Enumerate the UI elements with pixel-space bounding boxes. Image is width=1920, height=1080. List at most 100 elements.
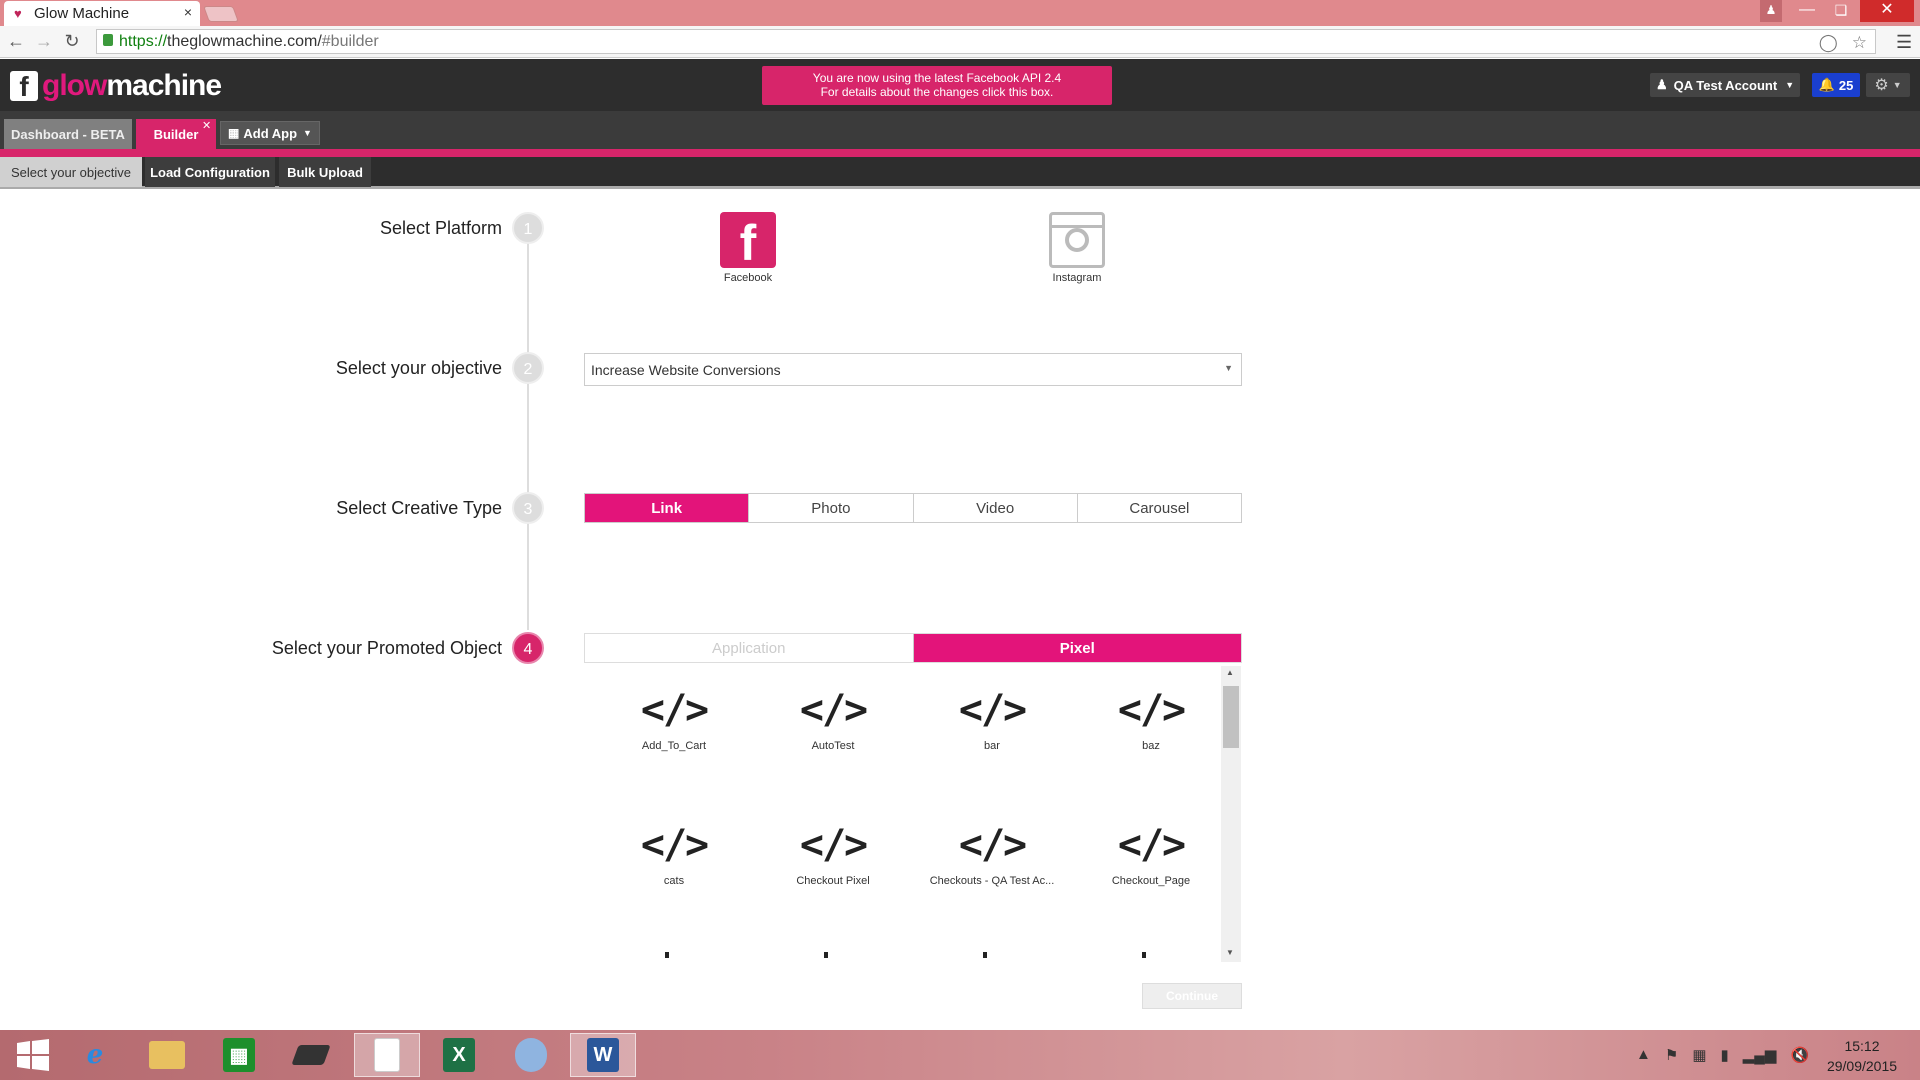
tab-dashboard[interactable]: Dashboard - BETA — [4, 119, 132, 149]
pixel-grid: </> Add_To_Cart </> AutoTest </> bar </>… — [584, 666, 1242, 962]
maximize-button[interactable]: ❏ — [1826, 0, 1856, 22]
pixel-name: baz — [1142, 740, 1160, 752]
back-icon[interactable]: ← — [6, 31, 26, 52]
chevron-down-icon: ▼ — [303, 128, 312, 138]
notification-count: 25 — [1838, 77, 1854, 93]
browser-titlebar: ♥ Glow Machine × ♟ — ❏ ✕ — [0, 0, 1920, 26]
pixel-item[interactable]: </> baz — [1076, 686, 1226, 752]
new-tab-button[interactable] — [203, 6, 239, 22]
ink-app-icon[interactable] — [278, 1033, 344, 1077]
pixel-item[interactable]: </> bar — [917, 686, 1067, 752]
pixel-item[interactable]: </> Add_To_Cart — [599, 686, 749, 752]
scroll-up-icon[interactable]: ▲ — [1226, 668, 1234, 677]
step-number: 1 — [512, 212, 544, 244]
sub-tabs: Select your objective Load Configuration… — [0, 157, 1920, 189]
add-app-button[interactable]: ▦ Add App ▼ — [220, 121, 320, 145]
system-tray: ▲ ⚑ ▦ ▮ ▂▄▆ 🔇 — [1636, 1046, 1809, 1064]
pixel-item[interactable]: </> cats — [599, 821, 749, 887]
pixel-item[interactable]: </> AutoTest — [758, 686, 908, 752]
objective-selected-value: Increase Website Conversions — [591, 361, 781, 378]
browser-tab[interactable]: ♥ Glow Machine × — [4, 1, 200, 26]
account-dropdown[interactable]: ♟ QA Test Account ▼ — [1650, 73, 1800, 97]
user-icon: ♟ — [1656, 77, 1668, 92]
reload-icon[interactable]: ↻ — [62, 31, 82, 52]
close-tab-icon[interactable]: × — [184, 4, 192, 20]
start-button[interactable] — [0, 1033, 66, 1077]
pixel-name: Checkouts - QA Test Ac... — [929, 875, 1055, 887]
logo[interactable]: f glow machine — [10, 69, 222, 103]
browser-tab-title: Glow Machine — [34, 5, 130, 22]
pixel-item-partial — [824, 952, 828, 958]
battery-icon[interactable]: ▮ — [1721, 1046, 1729, 1064]
objective-select[interactable]: Increase Website Conversions ▼ — [584, 353, 1242, 386]
platform-facebook[interactable]: f Facebook — [708, 212, 788, 284]
subtab-bulk-upload[interactable]: Bulk Upload — [279, 157, 371, 187]
signal-icon[interactable]: ▂▄▆ — [1743, 1046, 1777, 1064]
close-window-button[interactable]: ✕ — [1860, 0, 1914, 22]
account-label: QA Test Account — [1673, 77, 1778, 93]
step-number: 2 — [512, 352, 544, 384]
promoted-object-pixel[interactable]: Pixel — [913, 634, 1241, 662]
minimize-button[interactable]: — — [1792, 0, 1822, 22]
subtab-load-configuration[interactable]: Load Configuration — [145, 157, 275, 187]
pixel-item[interactable]: </> Checkouts - QA Test Ac... — [917, 821, 1067, 887]
pixel-name: cats — [663, 875, 685, 887]
store-icon[interactable]: ▦ — [206, 1033, 272, 1077]
pixel-name: Checkout Pixel — [796, 875, 870, 887]
add-app-label: Add App — [243, 125, 298, 141]
subtab-select-objective[interactable]: Select your objective — [0, 157, 142, 187]
star-icon[interactable]: ☆ — [1852, 33, 1867, 53]
excel-icon[interactable]: X — [426, 1033, 492, 1077]
volume-muted-icon[interactable]: 🔇 — [1790, 1046, 1809, 1064]
address-bar-row: ← → ↻ https://theglowmachine.com/#builde… — [0, 26, 1920, 58]
flag-icon[interactable]: ⚑ — [1665, 1046, 1678, 1064]
code-icon: </> — [640, 687, 709, 733]
scrollbar-thumb[interactable] — [1223, 686, 1239, 748]
document-icon[interactable] — [354, 1033, 420, 1077]
facebook-logo-icon: f — [10, 71, 38, 102]
clock[interactable]: 15:12 29/09/2015 — [1812, 1036, 1912, 1076]
chevron-down-icon: ▼ — [1224, 363, 1233, 373]
pixel-name: Checkout_Page — [1111, 875, 1191, 887]
creative-type-photo[interactable]: Photo — [749, 494, 914, 522]
step-number: 4 — [512, 632, 544, 664]
url-input[interactable]: https://theglowmachine.com/#builder ◯ ☆ — [96, 29, 1876, 54]
chevron-down-icon: ▼ — [1785, 80, 1795, 90]
creative-type-video[interactable]: Video — [913, 494, 1078, 522]
creative-type-carousel[interactable]: Carousel — [1077, 494, 1241, 522]
chevron-up-icon[interactable]: ▲ — [1636, 1046, 1651, 1064]
code-icon: </> — [640, 822, 709, 868]
pixel-item[interactable]: </> Checkout_Page — [1076, 821, 1226, 887]
url-path: #builder — [321, 32, 379, 50]
platform-caption: Facebook — [723, 272, 773, 284]
windows-icon[interactable]: ▦ — [1692, 1046, 1706, 1064]
continue-button[interactable]: Continue — [1142, 983, 1242, 1009]
settings-dropdown[interactable]: ⚙ ▼ — [1866, 73, 1910, 97]
close-tab-icon[interactable]: ✕ — [202, 119, 211, 132]
notifications-button[interactable]: 🔔 25 — [1812, 73, 1860, 97]
pixel-item[interactable]: </> Checkout Pixel — [758, 821, 908, 887]
internet-explorer-icon[interactable]: e — [62, 1033, 128, 1077]
file-explorer-icon[interactable] — [134, 1033, 200, 1077]
profile-icon[interactable]: ♟ — [1760, 0, 1782, 22]
facebook-icon: f — [720, 212, 776, 271]
chevron-down-icon: ▼ — [1892, 80, 1902, 90]
forward-icon[interactable]: → — [34, 31, 54, 52]
step-label: Select Platform — [379, 218, 502, 238]
word-icon[interactable]: W — [570, 1033, 636, 1077]
shield-icon[interactable]: ◯ — [1819, 33, 1838, 53]
promoted-object-application[interactable]: Application — [585, 634, 914, 662]
api-notice-banner[interactable]: You are now using the latest Facebook AP… — [762, 66, 1112, 105]
platform-instagram[interactable]: Instagram — [1037, 212, 1117, 284]
menu-icon[interactable]: ☰ — [1896, 32, 1912, 53]
gear-icon: ⚙ — [1874, 77, 1889, 94]
promoted-object-group: Application Pixel — [584, 633, 1242, 663]
paint-icon[interactable] — [498, 1033, 564, 1077]
url-host: theglowmachine.com/ — [167, 32, 322, 50]
scroll-down-icon[interactable]: ▼ — [1226, 948, 1234, 957]
pixel-item-partial — [665, 952, 669, 958]
favicon-icon: ♥ — [14, 5, 22, 21]
logo-machine: machine — [106, 69, 222, 102]
creative-type-link[interactable]: Link — [585, 494, 750, 522]
url-scheme: https:// — [119, 32, 168, 50]
